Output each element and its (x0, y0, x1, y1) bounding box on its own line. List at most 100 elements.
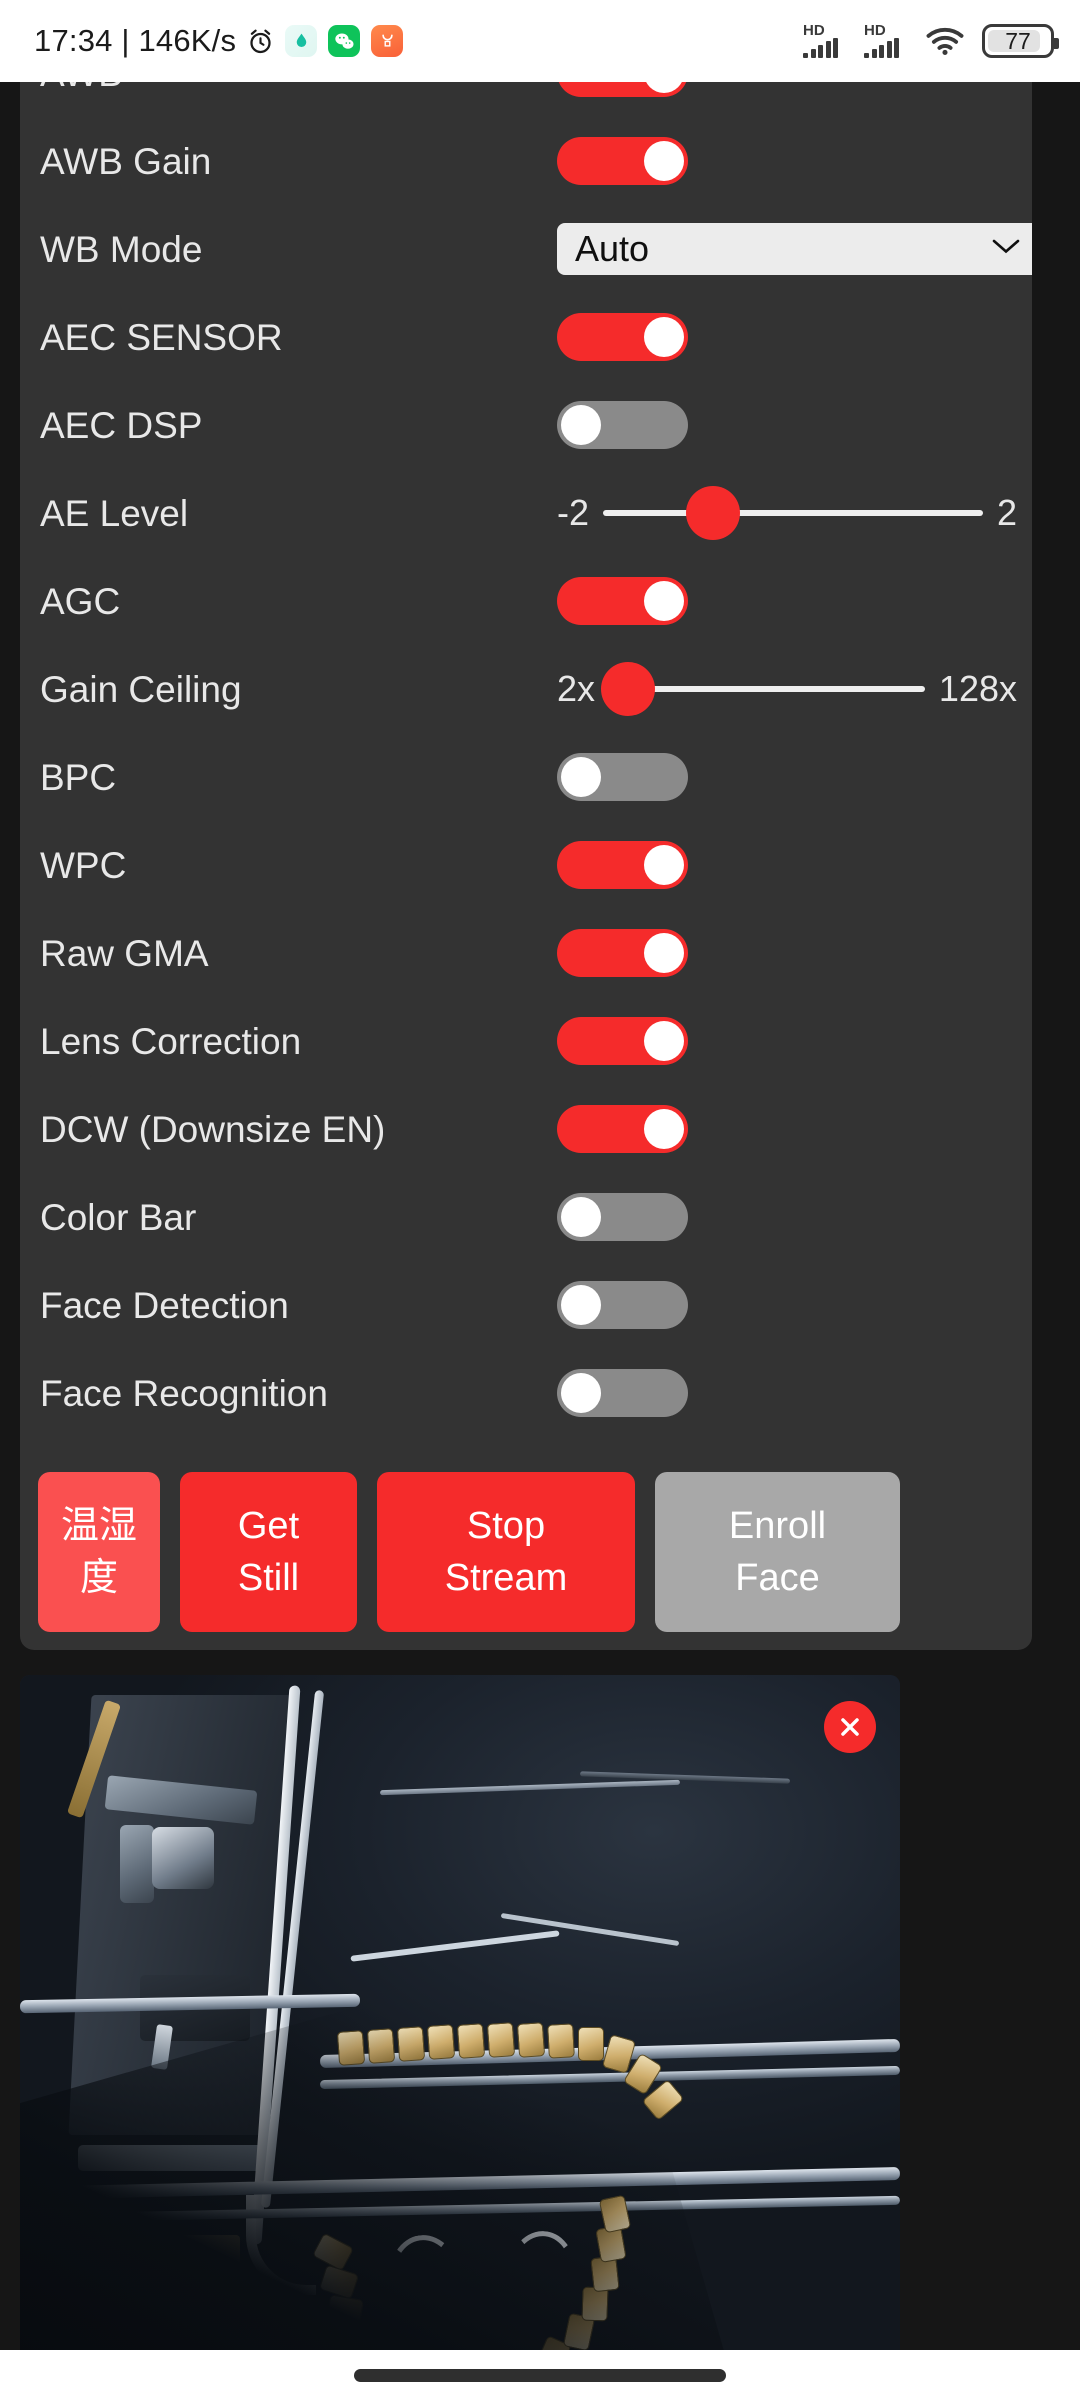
settings-row-label: DCW (Downsize EN) (40, 1108, 386, 1150)
status-bar: 17:34 | 146K/s HD HD 77 (0, 0, 1080, 82)
settings-row: DCW (Downsize EN) (20, 1085, 1032, 1173)
toggle-knob (644, 581, 684, 621)
slider-min-label: 2x (557, 668, 596, 709)
settings-row-label: AE Level (40, 492, 189, 534)
toggle-knob (644, 82, 684, 93)
settings-row-control: -2 2 (557, 469, 1017, 557)
settings-row-label: Lens Correction (40, 1020, 302, 1062)
close-stream-button[interactable] (824, 1701, 876, 1753)
dropdown-select[interactable]: Auto (557, 223, 1032, 275)
wechat-icon (328, 25, 361, 57)
settings-row-label: Face Recognition (40, 1372, 328, 1414)
battery-indicator: 77 (982, 24, 1059, 58)
toggle-knob (561, 1197, 601, 1237)
toggle-switch[interactable] (557, 1369, 688, 1417)
status-bar-right: HD HD 77 (803, 23, 1059, 58)
signal-strength-icon-sim1: HD (803, 23, 847, 58)
action-button-label-line2: Still (237, 1556, 300, 1599)
system-navigation-bar (0, 2350, 1080, 2400)
mi-store-icon (371, 25, 404, 57)
action-button[interactable]: Enroll Face (655, 1471, 900, 1632)
settings-row-label: AWB (40, 82, 123, 92)
action-button-label-line1: 温湿 (60, 1504, 137, 1547)
status-bar-left: 17:34 | 146K/s (34, 23, 404, 59)
settings-row-control (557, 733, 688, 821)
dropdown-value: Auto (575, 228, 650, 269)
settings-row-control (557, 909, 688, 997)
slider-track[interactable] (603, 486, 983, 540)
clock-and-netspeed: 17:34 | 146K/s (34, 23, 237, 58)
settings-row-control (557, 1085, 688, 1173)
settings-row-label: AGC (40, 580, 121, 622)
settings-row-control (557, 1349, 688, 1437)
action-button-label-line2: Face (735, 1556, 820, 1599)
settings-row-control (557, 557, 688, 645)
action-button-label-line2: 度 (79, 1556, 118, 1599)
battery-percent: 77 (1005, 27, 1031, 54)
toggle-switch[interactable] (557, 82, 688, 97)
slider-thumb[interactable] (686, 486, 741, 540)
toggle-knob (561, 757, 601, 797)
toggle-switch[interactable] (557, 841, 688, 889)
settings-row: AEC SENSOR (20, 293, 1032, 381)
toggle-switch[interactable] (557, 313, 688, 361)
settings-row-label: WB Mode (40, 228, 203, 270)
camera-settings-panel: AWB AWB Gain WB Mode Auto AEC SENSOR AEC DSP A… (20, 82, 1032, 1650)
toggle-knob (561, 1285, 601, 1325)
gesture-home-pill[interactable] (354, 2368, 726, 2382)
toggle-switch[interactable] (557, 1105, 688, 1153)
toggle-knob (644, 141, 684, 181)
toggle-knob (561, 1373, 601, 1413)
toggle-switch[interactable] (557, 753, 688, 801)
settings-row-label: Raw GMA (40, 932, 209, 974)
settings-row-control (557, 293, 688, 381)
toggle-knob (644, 317, 684, 357)
settings-row: Lens Correction (20, 997, 1032, 1085)
settings-row-label: AWB Gain (40, 140, 212, 182)
settings-row-control (557, 381, 688, 469)
toggle-switch[interactable] (557, 137, 688, 185)
toggle-switch[interactable] (557, 929, 688, 977)
settings-row-control (557, 117, 688, 205)
action-button[interactable]: Get Still (180, 1471, 357, 1632)
chevron-down-icon (991, 238, 1021, 261)
alarm-clock-icon (247, 28, 274, 55)
action-button-row: 温湿度 Get Still Stop Stream Enroll Face (20, 1464, 1032, 1639)
settings-row: AE Level -2 2 (20, 469, 1032, 557)
action-button-label-line1: Stop (466, 1504, 546, 1547)
range-slider[interactable]: 2x 128x (557, 662, 1017, 716)
range-slider[interactable]: -2 2 (557, 486, 1017, 540)
action-button[interactable]: 温湿度 (38, 1471, 160, 1632)
slider-track[interactable] (600, 662, 925, 716)
close-icon (841, 1718, 859, 1736)
toggle-switch[interactable] (557, 1281, 688, 1329)
slider-thumb[interactable] (600, 662, 655, 716)
settings-row-control: 2x 128x (557, 645, 1017, 733)
settings-row-label: AEC DSP (40, 404, 203, 446)
settings-row-control (557, 1261, 688, 1349)
page-body: AWB AWB Gain WB Mode Auto AEC SENSOR AEC DSP A… (0, 82, 1080, 2385)
wifi-icon (925, 26, 965, 56)
action-button-label-line1: Get (237, 1504, 300, 1547)
settings-row-control (557, 82, 688, 117)
settings-row: AGC (20, 557, 1032, 645)
toggle-switch[interactable] (557, 1017, 688, 1065)
bracket (120, 1825, 154, 1903)
toggle-switch[interactable] (557, 577, 688, 625)
settings-row: Raw GMA (20, 909, 1032, 997)
camera-stream-view[interactable] (20, 1675, 900, 2385)
slider-max-label: 128x (938, 668, 1017, 709)
settings-row-label: WPC (40, 844, 127, 886)
settings-row: WPC (20, 821, 1032, 909)
settings-row-label: Face Detection (40, 1284, 289, 1326)
action-button[interactable]: Stop Stream (377, 1471, 635, 1632)
toggle-knob (644, 1109, 684, 1149)
settings-row-label: Color Bar (40, 1196, 197, 1238)
settings-row: Color Bar (20, 1173, 1032, 1261)
settings-row-label: Gain Ceiling (40, 668, 242, 710)
settings-row-control (557, 1173, 688, 1261)
toggle-switch[interactable] (557, 401, 688, 449)
slider-max-label: 2 (996, 492, 1017, 533)
settings-row: AEC DSP (20, 381, 1032, 469)
toggle-switch[interactable] (557, 1193, 688, 1241)
